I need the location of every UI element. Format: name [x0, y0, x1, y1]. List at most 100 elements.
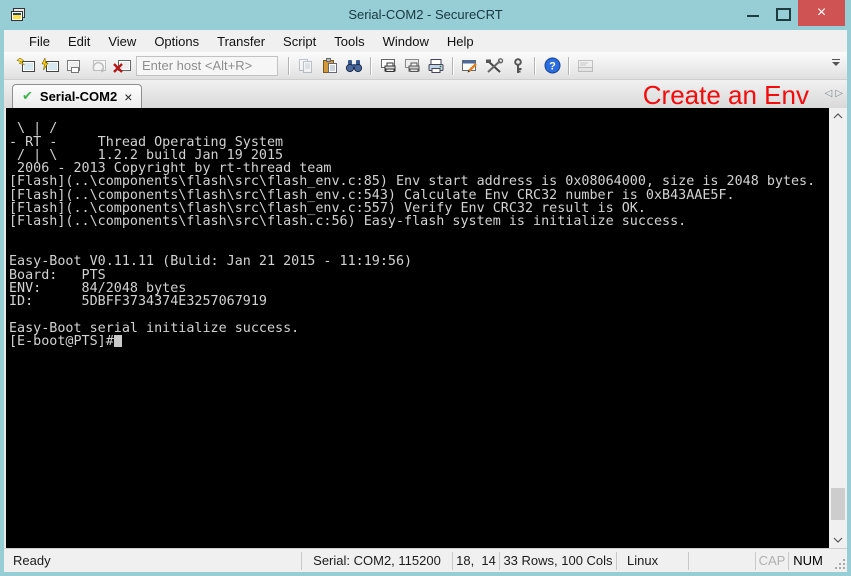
copy-icon — [297, 58, 315, 74]
menu-options[interactable]: Options — [145, 32, 208, 51]
reconnect-icon — [88, 58, 108, 74]
minimize-button[interactable] — [738, 0, 768, 26]
raw-log-session-button[interactable] — [400, 55, 424, 77]
svg-text:?: ? — [549, 61, 556, 73]
terminal-line: [E-boot@PTS]# — [9, 335, 828, 348]
close-icon: × — [817, 5, 826, 21]
quick-connect-button[interactable] — [14, 55, 38, 77]
find-icon — [345, 58, 363, 74]
print-button[interactable] — [424, 55, 448, 77]
connect-button[interactable] — [62, 55, 86, 77]
keygen-wizard-icon — [484, 58, 504, 74]
status-emulation: Linux — [616, 552, 688, 570]
tab-bar: ✔ Serial-COM2 × Create an Env ◁ ▷ — [4, 80, 847, 108]
status-caps-lock: CAP — [755, 552, 788, 570]
terminal-line: [Flash](..\components\flash\src\flash_en… — [9, 202, 828, 215]
resize-grip[interactable] — [827, 551, 847, 571]
tab-scroll-left-icon[interactable]: ◁ — [825, 88, 833, 99]
toolbar-overflow-button[interactable] — [831, 59, 841, 66]
status-cursor-position: 18, 14 — [452, 552, 499, 570]
toolbar-separator — [288, 57, 290, 75]
status-rows-cols: 33 Rows, 100 Cols — [499, 552, 616, 570]
terminal-line: ENV: 84/2048 bytes — [9, 282, 828, 295]
terminal-area: \ | /- RT - Thread Operating System / | … — [4, 108, 847, 548]
securecrt-window: Serial-COM2 - SecureCRT × FileEditViewOp… — [0, 0, 851, 576]
copy-button[interactable] — [294, 55, 318, 77]
menu-transfer[interactable]: Transfer — [208, 32, 274, 51]
chevron-up-icon — [833, 113, 843, 119]
terminal-line: \ | / — [9, 122, 828, 135]
window-title: Serial-COM2 - SecureCRT — [0, 7, 851, 22]
chevron-down-icon — [832, 62, 840, 66]
command-window-button[interactable] — [574, 55, 598, 77]
create-env-annotation: Create an Env — [643, 80, 809, 111]
quick-connect-icon — [16, 58, 36, 74]
tab-scroll-right-icon[interactable]: ▷ — [835, 88, 843, 99]
overflow-bar-icon — [832, 59, 840, 60]
terminal-line — [9, 242, 828, 255]
session-window-icon — [64, 58, 84, 74]
terminal-cursor — [114, 335, 122, 347]
terminal-screen[interactable]: \ | /- RT - Thread Operating System / | … — [9, 109, 828, 548]
terminal-line: [Flash](..\components\flash\src\flash_en… — [9, 175, 828, 188]
terminal-line: / | \ 1.2.2 build Jan 19 2015 — [9, 149, 828, 162]
connected-check-icon: ✔ — [22, 89, 33, 104]
find-button[interactable] — [342, 55, 366, 77]
connect-in-tab-button[interactable] — [38, 55, 62, 77]
connect-in-tab-icon — [40, 58, 60, 74]
menu-help[interactable]: Help — [438, 32, 483, 51]
paste-icon — [321, 58, 339, 74]
menu-file[interactable]: File — [20, 32, 59, 51]
disconnect-icon — [112, 58, 132, 74]
log-session-icon — [378, 58, 398, 74]
menu-view[interactable]: View — [99, 32, 145, 51]
scrollbar-thumb[interactable] — [831, 488, 845, 520]
menubar: FileEditViewOptionsTransferScriptToolsWi… — [4, 30, 847, 52]
toolbar-separator — [534, 57, 536, 75]
menu-edit[interactable]: Edit — [59, 32, 99, 51]
status-spare — [688, 552, 755, 570]
scroll-up-button[interactable] — [829, 108, 847, 124]
terminal-line: 2006 - 2013 Copyright by rt-thread team — [9, 162, 828, 175]
maximize-button[interactable] — [768, 0, 798, 26]
host-input[interactable] — [136, 56, 278, 76]
terminal-line — [9, 109, 828, 122]
maximize-icon — [776, 8, 791, 21]
toolbar: ? — [4, 52, 847, 80]
key-button[interactable] — [506, 55, 530, 77]
status-serial: Serial: COM2, 115200 — [301, 552, 452, 570]
key-icon — [511, 58, 525, 74]
close-button[interactable]: × — [798, 0, 845, 26]
title-bar[interactable]: Serial-COM2 - SecureCRT × — [0, 0, 851, 30]
paste-button[interactable] — [318, 55, 342, 77]
disconnect-button[interactable] — [110, 55, 134, 77]
menu-tools[interactable]: Tools — [325, 32, 373, 51]
tab-label: Serial-COM2 — [40, 89, 117, 104]
reconnect-button[interactable] — [86, 55, 110, 77]
resize-grip-icon — [833, 557, 847, 571]
terminal-line — [9, 308, 828, 321]
status-num-lock: NUM — [788, 552, 827, 570]
session-options-icon — [460, 58, 480, 74]
chevron-down-icon — [833, 537, 843, 543]
toolbar-separator — [452, 57, 454, 75]
tab-close-icon[interactable]: × — [124, 91, 132, 103]
keygen-wizard-button[interactable] — [482, 55, 506, 77]
scroll-down-button[interactable] — [829, 532, 847, 548]
raw-log-session-icon — [402, 58, 422, 74]
terminal-line: Easy-Boot V0.11.11 (Bulid: Jan 21 2015 -… — [9, 255, 828, 268]
toolbar-separator — [370, 57, 372, 75]
status-ready: Ready — [4, 552, 301, 570]
terminal-line — [9, 229, 828, 242]
session-options-button[interactable] — [458, 55, 482, 77]
menu-script[interactable]: Script — [274, 32, 325, 51]
log-session-button[interactable] — [376, 55, 400, 77]
menu-window[interactable]: Window — [374, 32, 438, 51]
terminal-line: - RT - Thread Operating System — [9, 136, 828, 149]
help-icon: ? — [544, 57, 561, 74]
vertical-scrollbar[interactable] — [829, 108, 847, 548]
command-window-icon — [576, 58, 596, 74]
tab-serial-com2[interactable]: ✔ Serial-COM2 × — [12, 84, 142, 108]
terminal-line: [Flash](..\components\flash\src\flash.c:… — [9, 215, 828, 228]
help-button[interactable]: ? — [540, 55, 564, 77]
